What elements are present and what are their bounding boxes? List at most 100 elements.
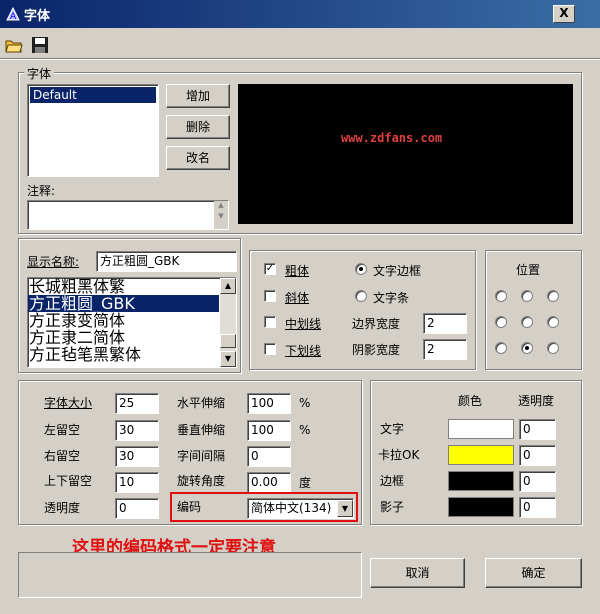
right-margin-input[interactable]: 30 <box>115 446 159 467</box>
shadow-width-input[interactable]: 2 <box>423 339 467 360</box>
midline-checkbox[interactable] <box>264 316 276 328</box>
font-size-label: 字体大小 <box>44 396 93 410</box>
encoding-value: 简体中文(134) <box>251 501 332 515</box>
ok-button[interactable]: 确定 <box>485 558 582 588</box>
text-opacity-input[interactable]: 0 <box>519 419 556 440</box>
spacing-label: 字间间隔 <box>177 449 226 463</box>
encoding-select[interactable]: 简体中文(134) ▼ <box>247 498 354 519</box>
position-radio-bottom-left[interactable] <box>495 342 507 354</box>
left-margin-input[interactable]: 30 <box>115 420 159 441</box>
scroll-down-icon[interactable]: ▼ <box>220 351 236 367</box>
position-radio-bottom-center[interactable] <box>521 342 533 354</box>
text-border-radio[interactable] <box>355 263 367 275</box>
text-strip-radio[interactable] <box>355 290 367 302</box>
color-header: 颜色 <box>458 394 483 408</box>
rotation-input[interactable]: 0.00 <box>247 472 291 493</box>
border-opacity-input[interactable]: 0 <box>519 471 556 492</box>
close-button[interactable]: X <box>553 5 575 23</box>
list-item[interactable]: 长城粗黑体繁 <box>28 278 236 295</box>
delete-button[interactable]: 删除 <box>166 115 230 139</box>
opacity-input[interactable]: 0 <box>115 498 159 519</box>
shadow-opacity-input[interactable]: 0 <box>519 497 556 518</box>
list-scrollbar[interactable]: ▲ ▼ <box>220 278 236 367</box>
color-row-label: 影子 <box>380 500 405 514</box>
scroll-down-icon[interactable]: ▼ <box>214 212 228 220</box>
hstretch-unit: % <box>299 396 311 410</box>
color-row-label: 文字 <box>380 422 405 436</box>
position-radio-bottom-right[interactable] <box>547 342 559 354</box>
position-radio-top-center[interactable] <box>521 290 533 302</box>
note-scrollbar[interactable]: ▲ ▼ <box>214 201 228 229</box>
border-width-input[interactable]: 2 <box>423 313 467 334</box>
position-radio-middle-right[interactable] <box>547 316 559 328</box>
italic-label: 斜体 <box>285 291 310 305</box>
position-radio-middle-center[interactable] <box>521 316 533 328</box>
vstretch-input[interactable]: 100 <box>247 420 291 441</box>
font-list[interactable]: Default <box>27 84 159 177</box>
position-radio-top-right[interactable] <box>547 290 559 302</box>
scroll-up-icon[interactable]: ▲ <box>214 201 228 209</box>
shadow-color-swatch[interactable] <box>448 497 514 517</box>
scroll-thumb[interactable] <box>220 334 236 348</box>
rotation-unit: 度 <box>299 476 312 490</box>
chevron-down-icon[interactable]: ▼ <box>337 500 353 517</box>
encoding-label: 编码 <box>177 500 202 514</box>
list-item[interactable]: 方正毡笔黑繁体 <box>28 346 236 363</box>
font-list-item[interactable]: Default <box>30 87 156 103</box>
window-title: 字体 <box>24 9 51 24</box>
scroll-up-icon[interactable]: ▲ <box>220 278 236 294</box>
text-border-label: 文字边框 <box>373 264 422 278</box>
note-field[interactable]: ▲ ▼ <box>27 200 229 230</box>
status-text <box>21 555 27 557</box>
karaoke-color-swatch[interactable] <box>448 445 514 465</box>
save-disk-icon[interactable] <box>30 35 50 55</box>
hstretch-label: 水平伸缩 <box>177 396 226 410</box>
title-bar: A 字体 X <box>0 0 600 28</box>
position-radio-top-left[interactable] <box>495 290 507 302</box>
hstretch-input[interactable]: 100 <box>247 393 291 414</box>
text-color-swatch[interactable] <box>448 419 514 439</box>
midline-label: 中划线 <box>285 317 322 331</box>
bold-checkbox[interactable]: ✓ <box>264 263 276 275</box>
display-name-label: 显示名称: <box>27 255 80 269</box>
display-name-input[interactable]: 方正粗圆_GBK <box>96 251 237 272</box>
position-radio-middle-left[interactable] <box>495 316 507 328</box>
underline-label: 下划线 <box>285 344 322 358</box>
underline-checkbox[interactable] <box>264 343 276 355</box>
add-button[interactable]: 增加 <box>166 84 230 108</box>
color-row-label: 边框 <box>380 474 405 488</box>
left-margin-label: 左留空 <box>44 423 81 437</box>
shadow-width-label: 阴影宽度 <box>352 343 401 357</box>
svg-text:A: A <box>10 12 17 22</box>
text-strip-label: 文字条 <box>373 291 410 305</box>
position-label: 位置 <box>516 263 541 277</box>
right-margin-label: 右留空 <box>44 449 81 463</box>
color-row-label: 卡拉OK <box>378 448 420 462</box>
note-value <box>28 201 34 203</box>
vstretch-label: 垂直伸缩 <box>177 423 226 437</box>
list-item-selected[interactable]: 方正粗圆_GBK <box>28 295 219 312</box>
display-name-list[interactable]: 长城粗黑体繁 方正粗圆_GBK 方正隶变简体 方正隶二简体 方正毡笔黑繁体 ▲ … <box>27 277 237 368</box>
note-label: 注释: <box>27 184 56 198</box>
bold-label: 粗体 <box>285 264 310 278</box>
cancel-button[interactable]: 取消 <box>370 558 465 588</box>
rename-button[interactable]: 改名 <box>166 146 230 170</box>
spacing-input[interactable]: 0 <box>247 446 291 467</box>
font-group-label: 字体 <box>24 65 55 82</box>
status-panel <box>18 552 362 598</box>
toolbar-divider-highlight <box>0 59 600 60</box>
app-icon: A <box>6 6 20 22</box>
vertical-margin-input[interactable]: 10 <box>115 472 159 493</box>
list-item[interactable]: 方正隶变简体 <box>28 312 236 329</box>
italic-checkbox[interactable] <box>264 290 276 302</box>
font-size-input[interactable]: 25 <box>115 393 159 414</box>
list-item[interactable]: 方正隶二简体 <box>28 329 236 346</box>
opacity-label: 透明度 <box>44 501 81 515</box>
opacity-header: 透明度 <box>518 394 555 408</box>
vstretch-unit: % <box>299 423 311 437</box>
karaoke-opacity-input[interactable]: 0 <box>519 445 556 466</box>
open-folder-icon[interactable] <box>4 35 24 55</box>
border-color-swatch[interactable] <box>448 471 514 491</box>
preview-watermark: www.zdfans.com <box>341 131 443 145</box>
rotation-label: 旋转角度 <box>177 474 226 488</box>
